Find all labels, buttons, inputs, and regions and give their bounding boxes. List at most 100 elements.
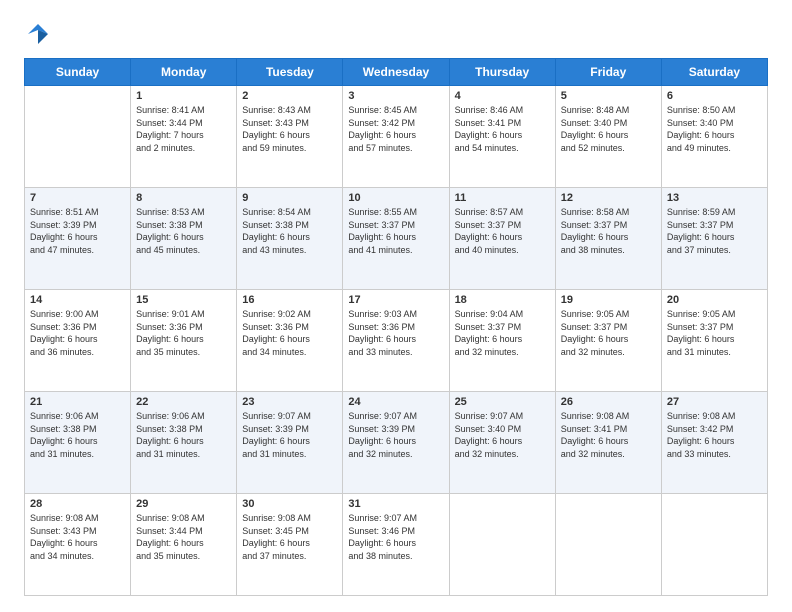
day-info: Sunrise: 9:07 AM Sunset: 3:39 PM Dayligh… — [348, 410, 443, 460]
day-cell: 7 Sunrise: 8:51 AM Sunset: 3:39 PM Daylig… — [25, 188, 131, 290]
day-cell: 2 Sunrise: 8:43 AM Sunset: 3:43 PM Daylig… — [237, 86, 343, 188]
day-cell: 3Sunrise: 8:45 AM Sunset: 3:42 PM Daylig… — [343, 86, 449, 188]
day-info: Sunrise: 9:07 AM Sunset: 3:39 PM Dayligh… — [242, 410, 337, 460]
day-number: 7 — [30, 192, 125, 204]
day-number: 31 — [348, 498, 443, 510]
day-number: 8 — [136, 192, 231, 204]
day-cell: 11 Sunrise: 8:57 AM Sunset: 3:37 PM Dayli… — [449, 188, 555, 290]
day-cell: 8 Sunrise: 8:53 AM Sunset: 3:38 PM Daylig… — [131, 188, 237, 290]
day-info: Sunrise: 9:06 AM Sunset: 3:38 PM Dayligh… — [30, 410, 125, 460]
day-number: 24 — [348, 396, 443, 408]
day-info: Sunrise: 9:07 AM Sunset: 3:40 PM Dayligh… — [455, 410, 550, 460]
day-info: Sunrise: 9:08 AM Sunset: 3:44 PM Dayligh… — [136, 512, 231, 562]
col-sunday: Sunday — [25, 59, 131, 86]
day-info: Sunrise: 8:59 AM Sunset: 3:37 PM Dayligh… — [667, 206, 762, 256]
day-number: 22 — [136, 396, 231, 408]
col-wednesday: Wednesday — [343, 59, 449, 86]
day-info: Sunrise: 8:53 AM Sunset: 3:38 PM Dayligh… — [136, 206, 231, 256]
day-number: 10 — [348, 192, 443, 204]
day-info: Sunrise: 8:45 AM Sunset: 3:42 PM Dayligh… — [348, 104, 443, 154]
day-info: Sunrise: 8:54 AM Sunset: 3:38 PM Dayligh… — [242, 206, 337, 256]
day-number: 28 — [30, 498, 125, 510]
day-number: 18 — [455, 294, 550, 306]
day-cell: 12 Sunrise: 8:58 AM Sunset: 3:37 PM Dayli… — [555, 188, 661, 290]
day-info: Sunrise: 8:50 AM Sunset: 3:40 PM Dayligh… — [667, 104, 762, 154]
day-cell: 13 Sunrise: 8:59 AM Sunset: 3:37 PM Dayli… — [661, 188, 767, 290]
day-number: 17 — [348, 294, 443, 306]
day-cell: 6 Sunrise: 8:50 AM Sunset: 3:40 PM Daylig… — [661, 86, 767, 188]
day-cell: 27Sunrise: 9:08 AM Sunset: 3:42 PM Dayli… — [661, 392, 767, 494]
day-number: 11 — [455, 192, 550, 204]
day-number: 5 — [561, 90, 656, 102]
day-number: 16 — [242, 294, 337, 306]
day-number: 12 — [561, 192, 656, 204]
day-number: 1 — [136, 90, 231, 102]
day-info: Sunrise: 8:48 AM Sunset: 3:40 PM Dayligh… — [561, 104, 656, 154]
col-saturday: Saturday — [661, 59, 767, 86]
day-cell: 21 Sunrise: 9:06 AM Sunset: 3:38 PM Dayli… — [25, 392, 131, 494]
day-cell — [555, 494, 661, 596]
day-info: Sunrise: 8:43 AM Sunset: 3:43 PM Dayligh… — [242, 104, 337, 154]
day-info: Sunrise: 8:57 AM Sunset: 3:37 PM Dayligh… — [455, 206, 550, 256]
logo — [24, 20, 56, 48]
day-cell: 17 Sunrise: 9:03 AM Sunset: 3:36 PM Dayli… — [343, 290, 449, 392]
day-info: Sunrise: 8:46 AM Sunset: 3:41 PM Dayligh… — [455, 104, 550, 154]
day-cell: 19Sunrise: 9:05 AM Sunset: 3:37 PM Dayli… — [555, 290, 661, 392]
header-row: Sunday Monday Tuesday Wednesday Thursday… — [25, 59, 768, 86]
day-info: Sunrise: 8:51 AM Sunset: 3:39 PM Dayligh… — [30, 206, 125, 256]
day-number: 6 — [667, 90, 762, 102]
day-number: 13 — [667, 192, 762, 204]
week-row-3: 14Sunrise: 9:00 AM Sunset: 3:36 PM Dayli… — [25, 290, 768, 392]
day-number: 21 — [30, 396, 125, 408]
day-number: 29 — [136, 498, 231, 510]
col-tuesday: Tuesday — [237, 59, 343, 86]
day-cell: 31 Sunrise: 9:07 AM Sunset: 3:46 PM Dayli… — [343, 494, 449, 596]
day-number: 19 — [561, 294, 656, 306]
day-number: 15 — [136, 294, 231, 306]
day-info: Sunrise: 9:05 AM Sunset: 3:37 PM Dayligh… — [667, 308, 762, 358]
col-thursday: Thursday — [449, 59, 555, 86]
day-cell — [25, 86, 131, 188]
day-info: Sunrise: 9:01 AM Sunset: 3:36 PM Dayligh… — [136, 308, 231, 358]
logo-icon — [24, 20, 52, 48]
day-cell: 29 Sunrise: 9:08 AM Sunset: 3:44 PM Dayli… — [131, 494, 237, 596]
day-info: Sunrise: 9:03 AM Sunset: 3:36 PM Dayligh… — [348, 308, 443, 358]
day-number: 23 — [242, 396, 337, 408]
day-cell: 10 Sunrise: 8:55 AM Sunset: 3:37 PM Dayli… — [343, 188, 449, 290]
day-number: 20 — [667, 294, 762, 306]
day-cell: 5 Sunrise: 8:48 AM Sunset: 3:40 PM Daylig… — [555, 86, 661, 188]
calendar-table: Sunday Monday Tuesday Wednesday Thursday… — [24, 58, 768, 596]
day-info: Sunrise: 9:02 AM Sunset: 3:36 PM Dayligh… — [242, 308, 337, 358]
day-info: Sunrise: 9:06 AM Sunset: 3:38 PM Dayligh… — [136, 410, 231, 460]
day-cell: 9 Sunrise: 8:54 AM Sunset: 3:38 PM Daylig… — [237, 188, 343, 290]
day-number: 25 — [455, 396, 550, 408]
week-row-5: 28Sunrise: 9:08 AM Sunset: 3:43 PM Dayli… — [25, 494, 768, 596]
day-info: Sunrise: 9:04 AM Sunset: 3:37 PM Dayligh… — [455, 308, 550, 358]
week-row-4: 21 Sunrise: 9:06 AM Sunset: 3:38 PM Dayli… — [25, 392, 768, 494]
day-cell: 22 Sunrise: 9:06 AM Sunset: 3:38 PM Dayli… — [131, 392, 237, 494]
col-monday: Monday — [131, 59, 237, 86]
day-number: 30 — [242, 498, 337, 510]
day-cell: 18 Sunrise: 9:04 AM Sunset: 3:37 PM Dayli… — [449, 290, 555, 392]
day-info: Sunrise: 9:08 AM Sunset: 3:42 PM Dayligh… — [667, 410, 762, 460]
day-info: Sunrise: 8:55 AM Sunset: 3:37 PM Dayligh… — [348, 206, 443, 256]
day-info: Sunrise: 8:58 AM Sunset: 3:37 PM Dayligh… — [561, 206, 656, 256]
day-cell: 20 Sunrise: 9:05 AM Sunset: 3:37 PM Dayli… — [661, 290, 767, 392]
day-number: 14 — [30, 294, 125, 306]
day-number: 9 — [242, 192, 337, 204]
day-number: 4 — [455, 90, 550, 102]
day-cell: 30 Sunrise: 9:08 AM Sunset: 3:45 PM Dayli… — [237, 494, 343, 596]
day-cell: 14Sunrise: 9:00 AM Sunset: 3:36 PM Dayli… — [25, 290, 131, 392]
day-cell — [449, 494, 555, 596]
day-number: 2 — [242, 90, 337, 102]
day-info: Sunrise: 9:08 AM Sunset: 3:41 PM Dayligh… — [561, 410, 656, 460]
day-cell: 4 Sunrise: 8:46 AM Sunset: 3:41 PM Daylig… — [449, 86, 555, 188]
header — [24, 20, 768, 48]
day-cell: 26Sunrise: 9:08 AM Sunset: 3:41 PM Dayli… — [555, 392, 661, 494]
day-cell: 15 Sunrise: 9:01 AM Sunset: 3:36 PM Dayli… — [131, 290, 237, 392]
page: Sunday Monday Tuesday Wednesday Thursday… — [0, 0, 792, 612]
day-info: Sunrise: 9:08 AM Sunset: 3:45 PM Dayligh… — [242, 512, 337, 562]
day-cell: 28Sunrise: 9:08 AM Sunset: 3:43 PM Dayli… — [25, 494, 131, 596]
day-cell — [661, 494, 767, 596]
day-info: Sunrise: 9:07 AM Sunset: 3:46 PM Dayligh… — [348, 512, 443, 562]
